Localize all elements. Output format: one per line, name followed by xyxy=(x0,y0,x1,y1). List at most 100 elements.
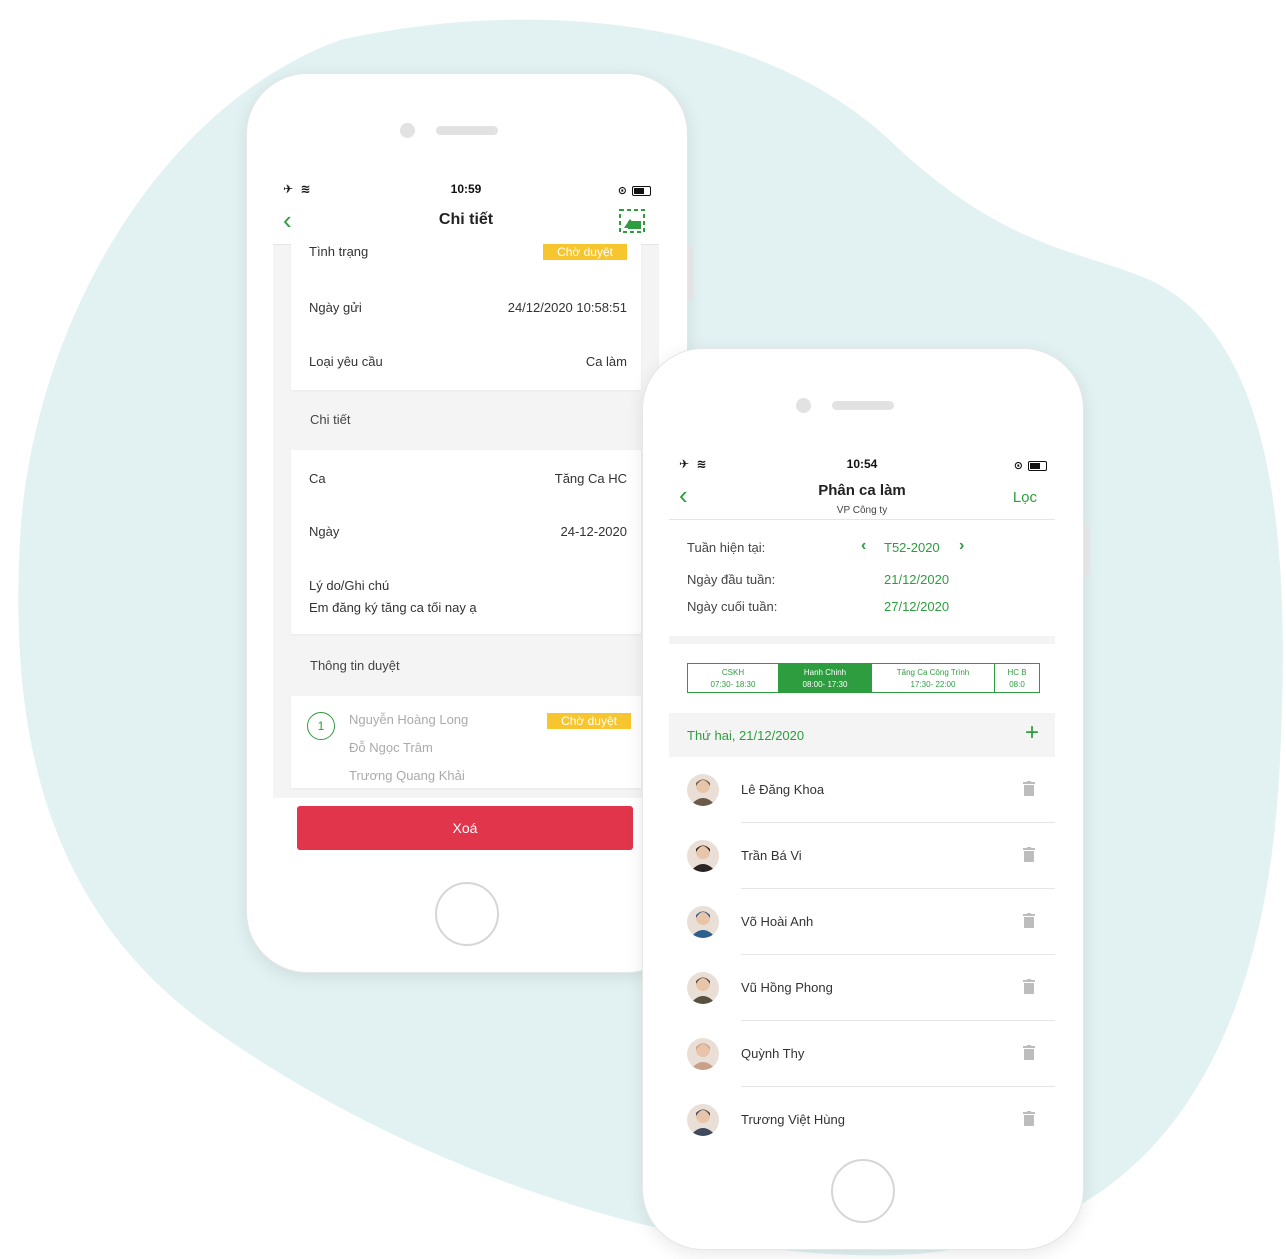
trash-icon[interactable] xyxy=(1023,1111,1035,1126)
request-type-label: Loại yêu cầu xyxy=(309,354,383,369)
sent-date-value: 24/12/2020 10:58:51 xyxy=(507,300,627,315)
request-info-card: Tình trạng Chờ duyệt Ngày gửi 24/12/2020… xyxy=(291,244,641,390)
shift-tab-hanh-chinh[interactable]: Hanh Chinh 08:00- 17:30 xyxy=(779,664,872,692)
photo-icon[interactable] xyxy=(619,209,645,233)
date-label: Ngày xyxy=(309,524,340,539)
nav-bar: ‹ Phân ca làm VP Công ty Lọc xyxy=(669,475,1055,520)
shift-name: HC B xyxy=(1007,668,1027,677)
home-button[interactable] xyxy=(435,882,499,946)
nav-bar: ‹ Chi tiết xyxy=(273,200,659,245)
battery-icon: ⊙ xyxy=(618,183,651,197)
reason-label: Lý do/Ghi chú xyxy=(309,578,390,593)
week-start-label: Ngày đầu tuần: xyxy=(687,572,776,587)
employee-name: Trần Bá Vi xyxy=(741,848,802,863)
delete-button[interactable]: Xoá xyxy=(297,806,633,850)
page-subtitle: VP Công ty xyxy=(836,505,888,516)
shift-time: 17:30- 22:00 xyxy=(910,680,956,689)
shift-time: 07:30- 18:30 xyxy=(710,680,756,689)
side-button xyxy=(1084,524,1089,576)
week-end-label: Ngày cuối tuần: xyxy=(687,599,778,614)
employee-name: Quỳnh Thy xyxy=(741,1046,805,1061)
trash-icon[interactable] xyxy=(1023,979,1035,994)
employee-name: Vũ Hồng Phong xyxy=(741,980,833,995)
add-icon[interactable]: + xyxy=(1025,719,1039,747)
trash-icon[interactable] xyxy=(1023,781,1035,796)
approval-status-badge: Chờ duyệt xyxy=(547,713,631,729)
home-button[interactable] xyxy=(831,1159,895,1223)
shift-label: Ca xyxy=(309,471,326,486)
current-week-value: T52-2020 xyxy=(884,540,940,555)
detail-card: Ca Tăng Ca HC Ngày 24-12-2020 Lý do/Ghi … xyxy=(291,450,641,634)
shift-tab-hc-b[interactable]: HC B 08:0 xyxy=(995,664,1039,692)
avatar xyxy=(687,774,719,806)
week-end-value: 27/12/2020 xyxy=(884,599,950,614)
trash-icon[interactable] xyxy=(1023,913,1035,928)
shift-time: 08:0 xyxy=(1009,680,1025,689)
phone-shift: ✈ ≋ 10:54 ⊙ ‹ Phân ca làm VP Công ty Lọc… xyxy=(643,349,1089,1249)
phone-detail: ✈ ≋ 10:59 ⊙ ‹ Chi tiết Tình trạng Chờ du… xyxy=(247,74,693,972)
shift-time: 08:00- 17:30 xyxy=(802,680,848,689)
employee-name: Võ Hoài Anh xyxy=(741,914,814,929)
day-label: Thứ hai, 21/12/2020 xyxy=(687,728,805,743)
shift-name: Hanh Chinh xyxy=(803,668,847,677)
status-bar: ✈ ≋ 10:59 ⊙ xyxy=(273,178,659,200)
filter-button[interactable]: Lọc xyxy=(1013,489,1037,506)
employee-row[interactable]: Vũ Hồng Phong xyxy=(669,955,1055,1021)
shift-screen: ✈ ≋ 10:54 ⊙ ‹ Phân ca làm VP Công ty Lọc… xyxy=(669,453,1055,1137)
date-value: 24-12-2020 xyxy=(560,524,628,539)
employee-row[interactable]: Quỳnh Thy xyxy=(669,1021,1055,1087)
front-camera xyxy=(400,123,415,138)
status-time: 10:54 xyxy=(846,457,878,471)
employee-row[interactable]: Lê Đăng Khoa xyxy=(669,757,1055,823)
employee-name: Lê Đăng Khoa xyxy=(741,782,825,797)
sent-date-label: Ngày gửi xyxy=(309,300,362,315)
approver-name: Nguyễn Hoàng Long xyxy=(349,712,469,727)
approver-name: Đỗ Ngọc Trâm xyxy=(349,740,433,755)
shift-value: Tăng Ca HC xyxy=(554,471,627,486)
shift-name: Tăng Ca Công Trình xyxy=(896,668,970,677)
employee-row[interactable]: Võ Hoài Anh xyxy=(669,889,1055,955)
page-title: Chi tiết xyxy=(438,211,494,228)
detail-section-title: Chi tiết xyxy=(310,412,351,427)
shift-tab-cskh[interactable]: CSKH 07:30- 18:30 xyxy=(688,664,779,692)
trash-icon[interactable] xyxy=(1023,1045,1035,1060)
speaker xyxy=(436,126,498,135)
avatar xyxy=(687,972,719,1004)
chevron-left-icon[interactable]: ‹ xyxy=(861,537,866,555)
bottom-bar: Xoá xyxy=(273,798,659,862)
avatar xyxy=(687,840,719,872)
page-title: Phân ca làm xyxy=(818,482,906,499)
detail-screen: ✈ ≋ 10:59 ⊙ ‹ Chi tiết Tình trạng Chờ du… xyxy=(273,178,659,862)
side-button xyxy=(688,246,693,301)
week-info: Tuần hiện tại: ‹ T52-2020 › Ngày đầu tuầ… xyxy=(669,520,1055,636)
status-badge: Chờ duyệt xyxy=(543,244,627,260)
shift-name: CSKH xyxy=(721,668,745,677)
shift-tab-tang-ca[interactable]: Tăng Ca Công Trình 17:30- 22:00 xyxy=(872,664,995,692)
reason-value: Em đăng ký tăng ca tối nay ạ xyxy=(309,600,477,615)
day-header: Thứ hai, 21/12/2020 + xyxy=(669,713,1055,757)
front-camera xyxy=(796,398,811,413)
status-row: Tình trạng Chờ duyệt xyxy=(309,244,627,264)
status-label: Tình trạng xyxy=(309,244,369,259)
current-week-label: Tuần hiện tại: xyxy=(687,540,766,555)
trash-icon[interactable] xyxy=(1023,847,1035,862)
battery-icon: ⊙ xyxy=(1014,458,1047,472)
status-bar: ✈ ≋ 10:54 ⊙ xyxy=(669,453,1055,475)
avatar xyxy=(687,1104,719,1136)
week-start-value: 21/12/2020 xyxy=(884,572,950,587)
approval-card: 1 Nguyễn Hoàng Long Đỗ Ngọc Trâm Trương … xyxy=(291,696,641,788)
divider xyxy=(669,636,1055,644)
approver-name: Trương Quang Khải xyxy=(349,768,465,783)
avatar xyxy=(687,906,719,938)
approval-section-title: Thông tin duyệt xyxy=(310,658,400,673)
employee-row[interactable]: Trương Việt Hùng xyxy=(669,1087,1055,1137)
status-time: 10:59 xyxy=(450,182,482,196)
chevron-right-icon[interactable]: › xyxy=(959,537,964,555)
step-number: 1 xyxy=(307,712,335,740)
request-type-value: Ca làm xyxy=(585,354,627,369)
avatar xyxy=(687,1038,719,1070)
speaker xyxy=(832,401,894,410)
shift-tabs: CSKH 07:30- 18:30 Hanh Chinh 08:00- 17:3… xyxy=(687,663,1040,693)
employee-name: Trương Việt Hùng xyxy=(741,1112,845,1127)
employee-row[interactable]: Trần Bá Vi xyxy=(669,823,1055,889)
